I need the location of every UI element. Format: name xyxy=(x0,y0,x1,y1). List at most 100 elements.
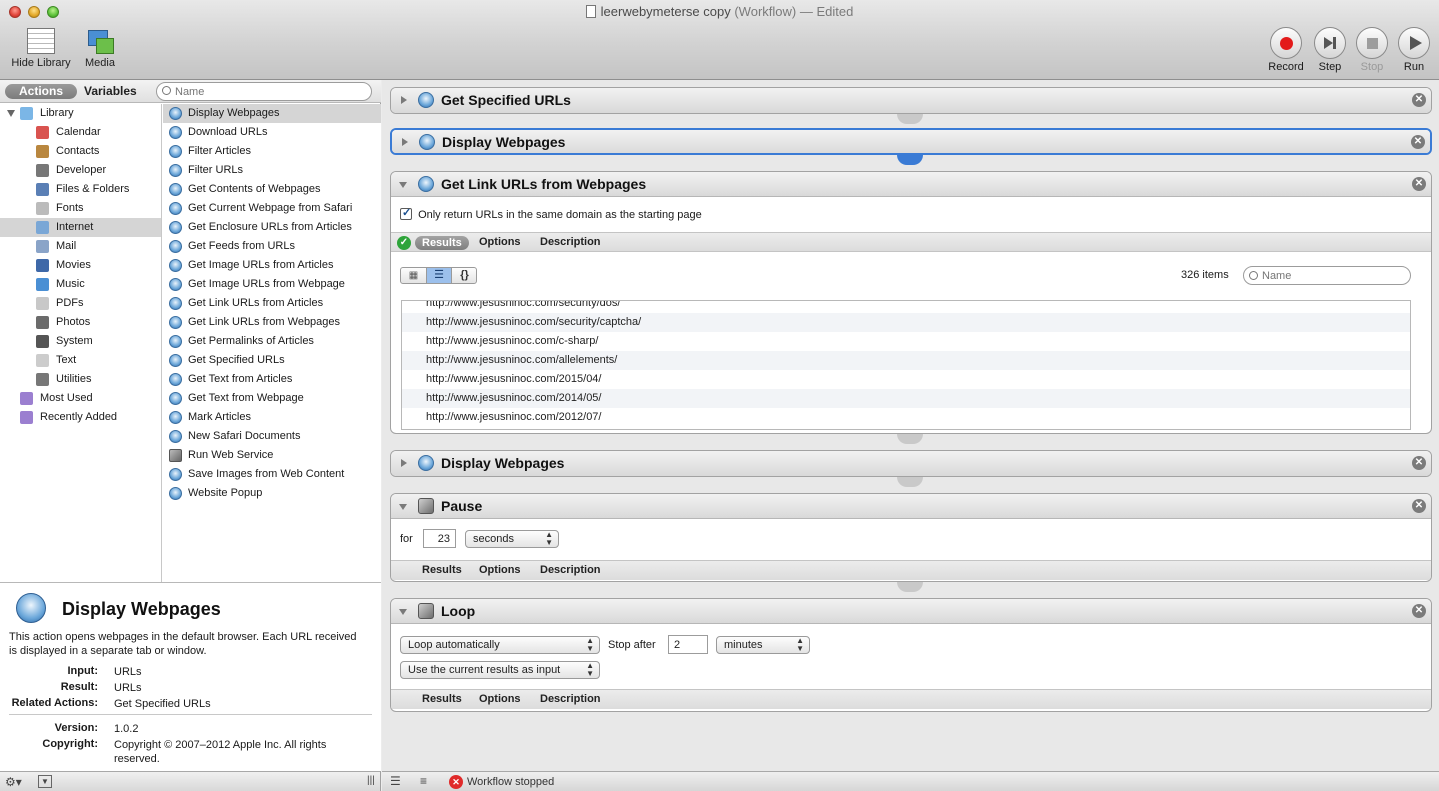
action-list-item[interactable]: Get Current Webpage from Safari xyxy=(163,199,381,218)
category-item[interactable]: Utilities xyxy=(0,370,161,389)
disclosure-triangle-icon[interactable] xyxy=(402,138,408,146)
action-list-item[interactable]: Display Webpages xyxy=(163,104,381,123)
category-item[interactable]: Internet xyxy=(0,218,161,237)
action-list-item[interactable]: Website Popup xyxy=(163,484,381,503)
close-icon[interactable]: ✕ xyxy=(1412,499,1426,513)
stop-after-field[interactable] xyxy=(668,635,708,654)
tab-description[interactable]: Description xyxy=(540,564,601,576)
action-list-item[interactable]: Filter URLs xyxy=(163,161,381,180)
action-list-item[interactable]: Run Web Service xyxy=(163,446,381,465)
disclosure-triangle-icon[interactable] xyxy=(399,609,407,615)
close-icon[interactable]: ✕ xyxy=(1412,456,1426,470)
category-item[interactable]: Most Used xyxy=(0,389,161,408)
action-list-item[interactable]: Filter Articles xyxy=(163,142,381,161)
tab-actions[interactable]: Actions xyxy=(5,84,77,99)
library-search-input[interactable] xyxy=(156,82,372,101)
tab-variables[interactable]: Variables xyxy=(84,84,148,99)
same-domain-option[interactable]: Only return URLs in the same domain as t… xyxy=(400,206,702,221)
same-domain-checkbox[interactable] xyxy=(400,206,412,220)
resize-handle-icon[interactable]: ||| xyxy=(367,775,375,786)
loop-mode-popup[interactable]: Loop automatically ▲ ▼ xyxy=(400,636,600,654)
tab-results[interactable]: Results xyxy=(422,564,462,576)
action-list-item[interactable]: Get Image URLs from Webpage xyxy=(163,275,381,294)
url-list-item[interactable]: http://www.jesusninoc.com/2014/05/ xyxy=(402,389,1410,408)
tab-results[interactable]: Results xyxy=(415,236,469,250)
action-list-item[interactable]: Get Text from Articles xyxy=(163,370,381,389)
disclosure-triangle-icon[interactable] xyxy=(401,459,407,467)
url-list-item[interactable]: http://www.jesusninoc.com/c-sharp/ xyxy=(402,332,1410,351)
results-search-input[interactable] xyxy=(1243,266,1411,285)
category-item[interactable]: Files & Folders xyxy=(0,180,161,199)
action-list-item[interactable]: Get Feeds from URLs xyxy=(163,237,381,256)
icon-view-icon[interactable]: ▦ xyxy=(401,268,426,283)
action-list-item[interactable]: Download URLs xyxy=(163,123,381,142)
record-button[interactable]: Record xyxy=(1266,27,1306,73)
url-list-item[interactable]: http://www.jesusninoc.com/security/dos/ xyxy=(402,301,1410,313)
disclosure-triangle-icon[interactable] xyxy=(399,182,407,188)
action-list-item[interactable]: Get Specified URLs xyxy=(163,351,381,370)
action-list-item[interactable]: Get Image URLs from Articles xyxy=(163,256,381,275)
action-list-item[interactable]: Save Images from Web Content xyxy=(163,465,381,484)
category-item[interactable]: Fonts xyxy=(0,199,161,218)
disclosure-triangle-icon[interactable] xyxy=(401,96,407,104)
toggle-description-icon[interactable]: ▼ xyxy=(38,775,52,788)
action-list-item[interactable]: Get Contents of Webpages xyxy=(163,180,381,199)
related-actions-value[interactable]: Get Specified URLs xyxy=(114,697,364,711)
close-icon[interactable]: ✕ xyxy=(1412,177,1426,191)
category-item[interactable]: Calendar xyxy=(0,123,161,142)
loop-input-popup[interactable]: Use the current results as input ▲ ▼ xyxy=(400,661,600,679)
run-button[interactable]: Run xyxy=(1394,27,1434,73)
action-get-specified-urls[interactable]: Get Specified URLs ✕ xyxy=(390,87,1432,114)
code-view-icon[interactable]: {} xyxy=(452,268,477,283)
category-item[interactable]: Mail xyxy=(0,237,161,256)
tab-options[interactable]: Options xyxy=(479,693,521,705)
url-list-item[interactable]: http://www.jesusninoc.com/security/captc… xyxy=(402,313,1410,332)
category-item[interactable]: Music xyxy=(0,275,161,294)
close-icon[interactable]: ✕ xyxy=(1412,93,1426,107)
action-get-link-urls-from-webpages[interactable]: Get Link URLs from Webpages ✕ Only retur… xyxy=(390,171,1432,434)
category-item[interactable]: Developer xyxy=(0,161,161,180)
action-list-item[interactable]: Get Text from Webpage xyxy=(163,389,381,408)
action-list-item[interactable]: Get Link URLs from Articles xyxy=(163,294,381,313)
tab-results[interactable]: Results xyxy=(422,693,462,705)
gear-icon[interactable]: ⚙▾ xyxy=(5,775,22,789)
close-icon[interactable]: ✕ xyxy=(1412,604,1426,618)
category-item[interactable]: System xyxy=(0,332,161,351)
category-item[interactable]: PDFs xyxy=(0,294,161,313)
results-url-list[interactable]: http://www.jesusninoc.com/security/dos/h… xyxy=(401,300,1411,430)
variables-toggle-icon[interactable]: ≡ xyxy=(420,774,427,788)
hide-library-button[interactable]: Hide Library xyxy=(6,28,76,69)
category-item[interactable]: Contacts xyxy=(0,142,161,161)
action-list-item[interactable]: Get Permalinks of Articles xyxy=(163,332,381,351)
category-item[interactable]: Library xyxy=(0,104,161,123)
action-list-item[interactable]: Mark Articles xyxy=(163,408,381,427)
action-list-item[interactable]: New Safari Documents xyxy=(163,427,381,446)
step-button[interactable]: Step xyxy=(1310,27,1350,73)
disclosure-triangle-icon[interactable] xyxy=(399,504,407,510)
pause-duration-field[interactable] xyxy=(423,529,456,548)
tab-description[interactable]: Description xyxy=(540,693,601,705)
action-list-item[interactable]: Get Enclosure URLs from Articles xyxy=(163,218,381,237)
url-list-item[interactable]: http://www.jesusninoc.com/2015/04/ xyxy=(402,370,1410,389)
loop-unit-popup[interactable]: minutes ▲ ▼ xyxy=(716,636,810,654)
action-display-webpages-2[interactable]: Display Webpages ✕ xyxy=(390,450,1432,477)
disclosure-triangle-icon[interactable] xyxy=(7,110,15,117)
category-item[interactable]: Photos xyxy=(0,313,161,332)
category-item[interactable]: Text xyxy=(0,351,161,370)
category-item[interactable]: Recently Added xyxy=(0,408,161,427)
tab-options[interactable]: Options xyxy=(479,564,521,576)
close-icon[interactable]: ✕ xyxy=(1411,135,1425,149)
url-list-item[interactable]: http://www.jesusninoc.com/allelements/ xyxy=(402,351,1410,370)
media-button[interactable]: Media xyxy=(80,28,120,69)
stop-button[interactable]: Stop xyxy=(1352,27,1392,73)
pause-unit-popup[interactable]: seconds ▲ ▼ xyxy=(465,530,559,548)
action-list-item[interactable]: Get Link URLs from Webpages xyxy=(163,313,381,332)
log-list-icon[interactable]: ☰ xyxy=(390,774,401,788)
list-view-icon[interactable]: ☰ xyxy=(426,268,452,283)
tab-options[interactable]: Options xyxy=(479,236,521,248)
category-item[interactable]: Movies xyxy=(0,256,161,275)
url-list-item[interactable]: http://www.jesusninoc.com/2012/07/ xyxy=(402,408,1410,427)
tab-description[interactable]: Description xyxy=(540,236,601,248)
action-display-webpages[interactable]: Display Webpages ✕ xyxy=(390,128,1432,155)
action-pause[interactable]: Pause ✕ for seconds ▲▼ Results Options D… xyxy=(390,493,1432,582)
